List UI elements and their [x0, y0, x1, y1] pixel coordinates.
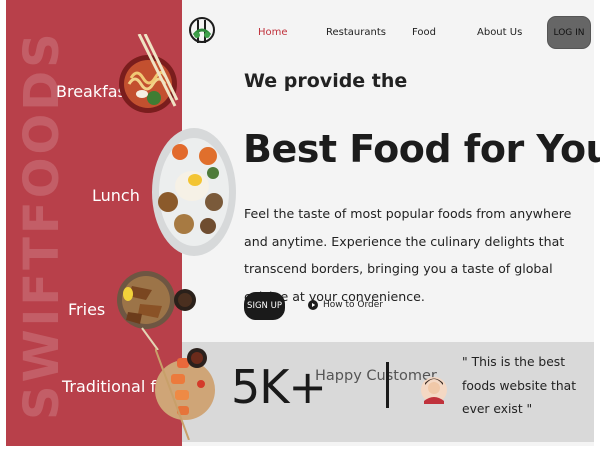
- play-icon: [308, 300, 318, 310]
- hero-description: Feel the taste of most popular foods fro…: [244, 206, 572, 304]
- nav-about-us[interactable]: About Us: [477, 27, 522, 38]
- traditional-sushi-plate-image[interactable]: [155, 340, 219, 440]
- nav-restaurants[interactable]: Restaurants: [326, 27, 386, 38]
- testimonial-quote: " This is the best foods website that ev…: [462, 355, 577, 416]
- customer-avatar: [421, 377, 447, 404]
- customer-count: 5K+: [231, 360, 327, 414]
- nav-home[interactable]: Home: [258, 27, 288, 38]
- page: SWIFTFOODS Breakfast Lunch Fries Traditi…: [0, 0, 600, 451]
- fries-chicken-plate-image[interactable]: [114, 254, 200, 350]
- category-fries[interactable]: Fries: [68, 300, 105, 319]
- lunch-rice-plate-image[interactable]: [150, 126, 238, 258]
- customer-count-label: Happy Customer: [315, 368, 437, 384]
- hero-title: Best Food for You: [243, 127, 600, 171]
- nav-food[interactable]: Food: [412, 27, 436, 38]
- hero-subtitle: We provide the: [244, 70, 408, 92]
- category-lunch[interactable]: Lunch: [92, 186, 140, 205]
- breakfast-noodle-bowl-image[interactable]: [117, 34, 179, 128]
- stats-divider: [386, 362, 389, 408]
- brand-logo-icon[interactable]: [189, 13, 215, 51]
- signup-button[interactable]: SIGN UP: [244, 292, 285, 320]
- login-button[interactable]: LOG IN: [547, 16, 591, 49]
- how-to-order-label: How to Order: [323, 300, 383, 310]
- how-to-order-link[interactable]: How to Order: [308, 300, 383, 310]
